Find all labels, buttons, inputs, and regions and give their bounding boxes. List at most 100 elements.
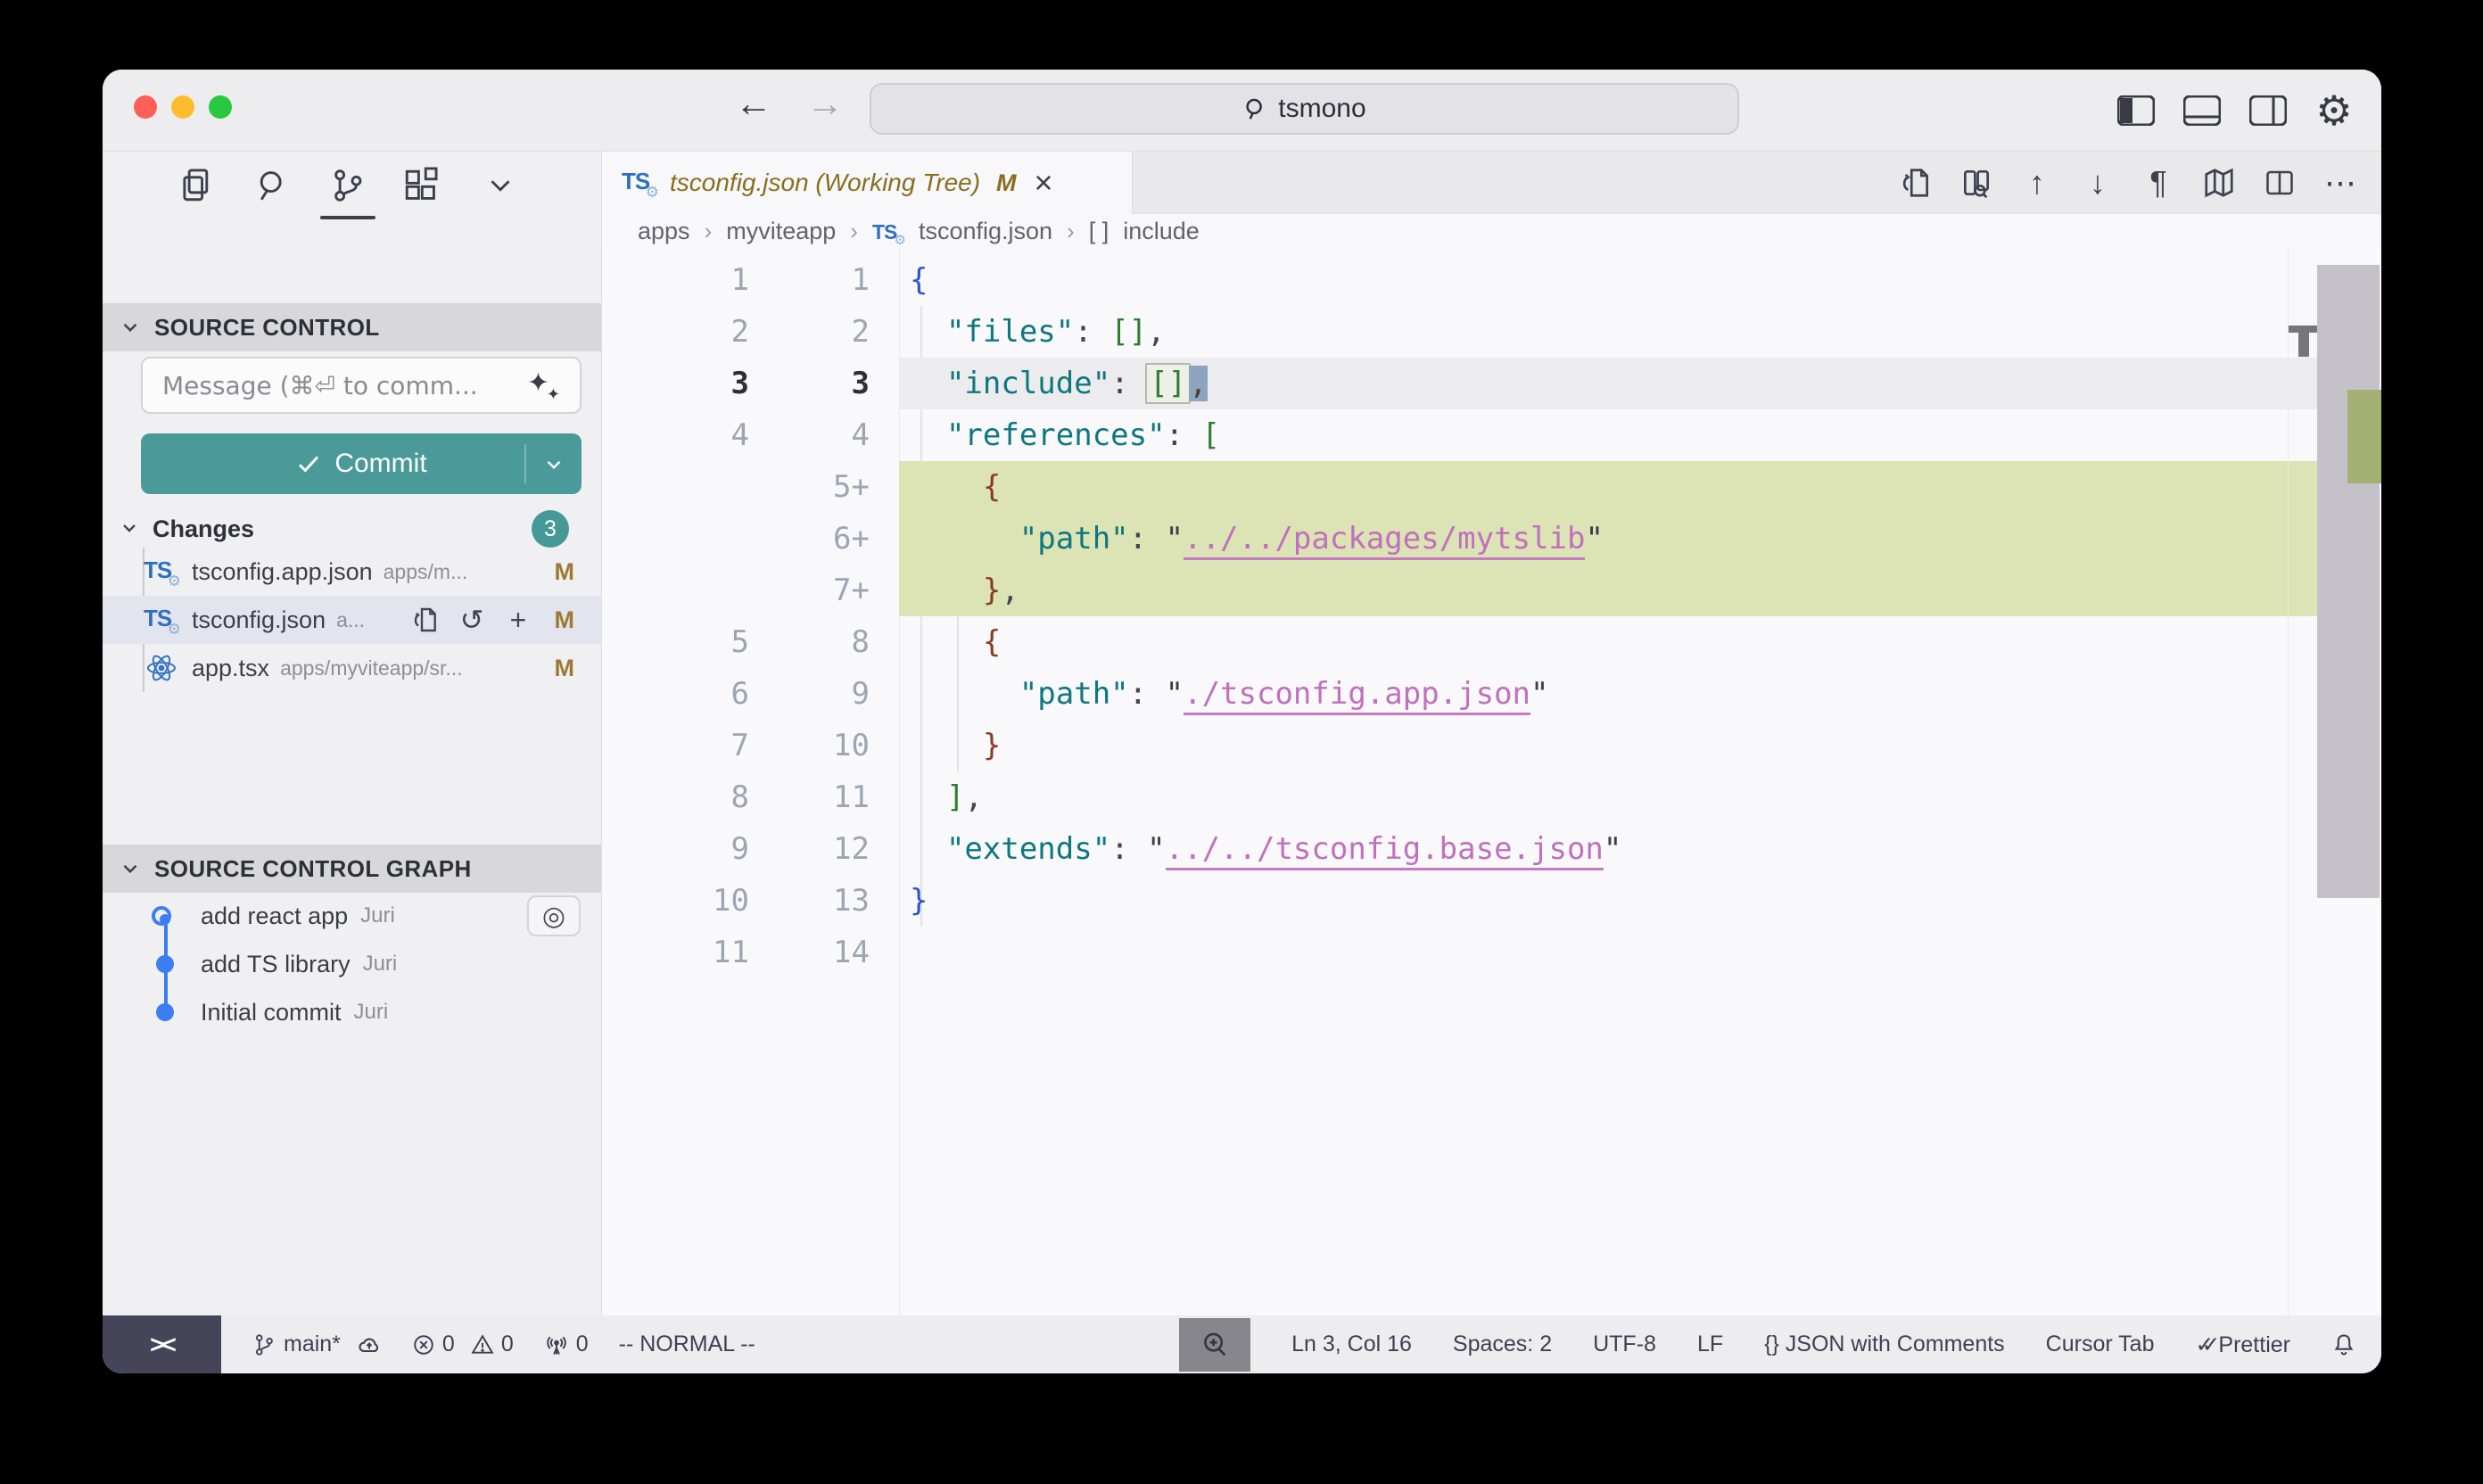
tsconfig-file-icon: TS⚙ — [622, 168, 657, 198]
code-line[interactable]: 5+ { — [602, 461, 2381, 513]
open-file-icon[interactable] — [1896, 163, 1935, 202]
maximize-window-button[interactable] — [209, 95, 232, 119]
minimize-window-button[interactable] — [171, 95, 194, 119]
discard-changes-icon[interactable]: ↺ — [457, 605, 487, 635]
change-row-tsconfig-json[interactable]: TS⚙ tsconfig.json a... ↺ + M — [103, 596, 601, 644]
code-line[interactable]: 1013} — [602, 875, 2381, 927]
code-line[interactable]: 811 ], — [602, 771, 2381, 823]
settings-gear-icon[interactable]: ⚙ — [2314, 90, 2355, 131]
explorer-icon[interactable] — [171, 161, 221, 210]
tsconfig-file-icon: TS⚙ — [144, 605, 179, 635]
toggle-panel-icon[interactable] — [2182, 90, 2223, 131]
modified-line-number: 4 — [749, 409, 870, 461]
search-icon — [1242, 95, 1269, 122]
code-line[interactable]: 69 "path": "./tsconfig.app.json" — [602, 668, 2381, 720]
diff-editor-content[interactable]: 11{22 "files": [],33 "include": [],44 "r… — [602, 248, 2381, 1315]
vertical-scrollbar-thumb[interactable] — [2317, 265, 2380, 898]
overview-added-lines-mark — [2347, 390, 2381, 483]
encoding-item[interactable]: UTF-8 — [1593, 1331, 1656, 1357]
open-file-icon[interactable] — [410, 605, 441, 635]
original-line-number: 2 — [602, 306, 749, 358]
breadcrumb-item[interactable]: include — [1123, 218, 1200, 245]
navigate-back-button[interactable]: ← — [727, 82, 780, 125]
code-line[interactable]: 58 { — [602, 616, 2381, 668]
original-line-number: 6 — [602, 668, 749, 720]
changes-section-header[interactable]: Changes — [103, 510, 601, 548]
original-line-number: 4 — [602, 409, 749, 461]
commit-dropdown-chevron-icon[interactable] — [540, 453, 567, 476]
eol-item[interactable]: LF — [1697, 1331, 1723, 1357]
ports-status-item[interactable]: 0 — [544, 1331, 589, 1357]
commit-button[interactable]: Commit — [141, 433, 582, 494]
generate-commit-message-icon[interactable]: ✦✦ — [527, 367, 549, 399]
language-mode-item[interactable]: {} JSON with Comments — [1764, 1331, 2005, 1357]
next-change-icon[interactable]: ↓ — [2078, 163, 2117, 202]
commit-row[interactable]: add react app Juri ◎ — [103, 892, 601, 940]
vim-mode-indicator[interactable]: -- NORMAL -- — [619, 1331, 755, 1357]
check-icon — [295, 450, 322, 477]
commit-dot — [156, 1003, 174, 1021]
tsconfig-file-icon: TS⚙ — [144, 556, 179, 587]
code-text: { — [910, 254, 928, 306]
whitespace-pilcrow-icon[interactable]: ¶ — [2139, 163, 2178, 202]
magnifier-plus-icon — [1200, 1330, 1230, 1360]
code-line[interactable]: 912 "extends": "../../tsconfig.base.json… — [602, 823, 2381, 875]
code-line[interactable]: 11{ — [602, 254, 2381, 306]
command-center-search[interactable]: tsmono — [870, 83, 1739, 135]
source-control-graph-section-header[interactable]: SOURCE CONTROL GRAPH — [103, 845, 601, 893]
breadcrumb-item[interactable]: tsconfig.json — [919, 218, 1052, 245]
commit-message-input[interactable]: Message (⌘⏎ to comm... — [141, 357, 582, 414]
more-actions-icon[interactable]: ⋯ — [2321, 163, 2360, 202]
section-title: SOURCE CONTROL GRAPH — [154, 855, 472, 883]
cursor-tab-item[interactable]: Cursor Tab — [2046, 1331, 2155, 1357]
close-window-button[interactable] — [134, 95, 157, 119]
source-control-section-header[interactable]: SOURCE CONTROL — [103, 303, 601, 351]
code-line[interactable]: 22 "files": [], — [602, 306, 2381, 358]
commit-row[interactable]: add TS library Juri — [103, 940, 601, 988]
change-row-tsconfig-app-json[interactable]: TS⚙ tsconfig.app.json apps/m... M — [103, 548, 601, 596]
more-views-chevron-icon[interactable] — [475, 161, 525, 210]
extensions-icon[interactable] — [396, 161, 446, 210]
diff-review-icon[interactable] — [1957, 163, 1996, 202]
sidebar: SOURCE CONTROL Message (⌘⏎ to comm... ✦✦… — [103, 152, 602, 1315]
remote-indicator[interactable]: >< — [103, 1315, 221, 1373]
stage-changes-icon[interactable]: + — [503, 605, 533, 635]
previous-change-icon[interactable]: ↑ — [2017, 163, 2057, 202]
problems-status-item[interactable]: 0 0 — [412, 1331, 514, 1357]
zoom-indicator[interactable] — [1179, 1318, 1250, 1372]
breadcrumb-item[interactable]: apps — [638, 218, 690, 245]
change-row-app-tsx[interactable]: app.tsx apps/myviteapp/sr... M — [103, 644, 601, 692]
breadcrumb-item[interactable]: myviteapp — [726, 218, 836, 245]
code-line[interactable]: 44 "references": [ — [602, 409, 2381, 461]
commit-row[interactable]: Initial commit Juri — [103, 988, 601, 1036]
split-editor-icon[interactable] — [2260, 163, 2299, 202]
code-line[interactable]: 6+ "path": "../../packages/mytslib" — [602, 513, 2381, 565]
code-text: { — [910, 461, 1001, 513]
section-title: SOURCE CONTROL — [154, 314, 380, 342]
code-text: } — [910, 875, 928, 927]
breadcrumb-separator: › — [705, 218, 713, 245]
source-control-icon[interactable] — [322, 161, 372, 210]
notifications-bell-icon[interactable] — [2331, 1332, 2356, 1357]
search-icon[interactable] — [247, 161, 297, 210]
tab-tsconfig-working-tree[interactable]: TS⚙ tsconfig.json (Working Tree) M × — [602, 152, 1133, 214]
code-line[interactable]: 33 "include": [], — [602, 358, 2381, 409]
modified-line-number: 13 — [749, 875, 870, 927]
sync-cloud-icon[interactable] — [357, 1332, 382, 1357]
toggle-primary-sidebar-icon[interactable] — [2116, 90, 2157, 131]
code-line[interactable]: 710 } — [602, 720, 2381, 771]
toggle-secondary-sidebar-icon[interactable] — [2248, 90, 2289, 131]
formatter-item[interactable]: ✓✓Prettier — [2196, 1331, 2291, 1358]
close-tab-icon[interactable]: × — [1035, 164, 1053, 202]
map-icon[interactable] — [2199, 163, 2239, 202]
modified-badge: M — [996, 169, 1017, 197]
cursor-position-item[interactable]: Ln 3, Col 16 — [1291, 1331, 1412, 1357]
code-line[interactable]: 7+ }, — [602, 565, 2381, 616]
indentation-item[interactable]: Spaces: 2 — [1453, 1331, 1552, 1357]
code-text: "extends": "../../tsconfig.base.json" — [910, 823, 1621, 875]
modified-line-number: 11 — [749, 771, 870, 823]
goto-current-history-item-button[interactable]: ◎ — [527, 895, 581, 936]
navigate-forward-button[interactable]: → — [798, 82, 852, 125]
branch-status-item[interactable]: main* — [252, 1331, 382, 1357]
code-line[interactable]: 1114 — [602, 927, 2381, 978]
